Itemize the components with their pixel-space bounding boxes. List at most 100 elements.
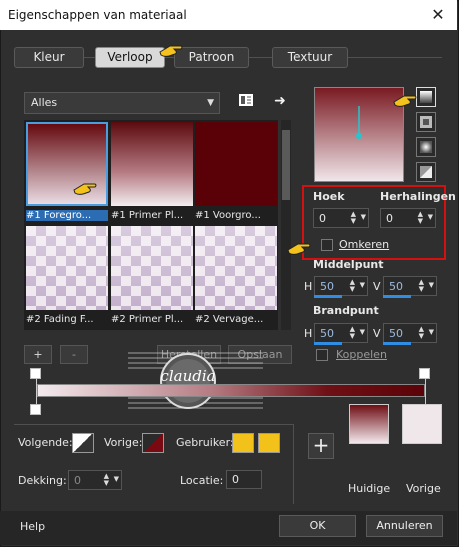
repeats-label: Herhalingen [380,190,456,203]
tab-patroon[interactable]: Patroon [174,47,249,68]
center-v-spinner[interactable]: 50 ▲ ▼ ▼ [383,276,437,296]
angle-value: 0 [319,212,326,225]
previous-swatch[interactable] [142,433,164,453]
thumbnail-3[interactable]: #1 Voorgro... [195,122,277,221]
repeats-spinner[interactable]: 0 ▲ ▼ ▼ [380,208,436,228]
help-link[interactable]: Help [20,520,45,533]
pointer-hand-icon [159,45,183,57]
focal-h-spinner[interactable]: 50 ▲ ▼ ▼ [314,323,368,343]
thumbnail-label: #2 Vervage... [195,314,264,325]
add-preset-button[interactable]: + [24,345,52,364]
link-label[interactable]: Koppelen [336,348,387,361]
center-v-slider[interactable] [383,295,411,298]
thumbnail-6[interactable]: #2 Vervage... [195,226,277,325]
previous-preview-swatch[interactable] [402,404,442,444]
claudia-watermark-logo: claudia tutorials [128,345,263,413]
ok-button[interactable]: OK [279,515,356,537]
remove-preset-button[interactable]: - [60,345,88,364]
invert-checkbox[interactable] [321,239,333,251]
thumbnail-2[interactable]: #1 Primer Pl... [111,122,193,221]
pointer-hand-icon [287,243,311,255]
pointer-hand-icon [393,95,417,107]
thumbnail-image [111,122,193,206]
invert-label[interactable]: Omkeren [339,238,389,251]
gradient-stop-bottom-left[interactable] [30,404,41,415]
focal-h-label: H [304,327,313,340]
chevron-down-icon[interactable]: ▼ [361,213,366,221]
spin-arrows-icon[interactable]: ▲ ▼ [419,279,424,293]
add-color-button[interactable]: + [308,433,334,459]
thumbnail-image [195,226,277,310]
chevron-down-icon[interactable]: ▼ [429,328,434,336]
center-v-label: V [373,280,381,293]
thumbnail-label: #2 Primer Pl... [111,314,184,325]
spin-arrows-icon[interactable]: ▲ ▼ [350,279,355,293]
pointer-hand-icon [73,183,97,195]
scrollbar-thumb[interactable] [282,130,290,200]
focal-v-slider[interactable] [383,342,411,345]
chevron-down-icon[interactable]: ▼ [428,213,433,221]
thumbnail-image [26,226,108,310]
spin-arrows-icon[interactable]: ▲ ▼ [350,326,355,340]
current-swatch[interactable] [349,404,389,444]
chevron-down-icon[interactable]: ▼ [360,328,365,336]
thumbnail-label: #1 Voorgro... [195,210,261,221]
spin-arrows-icon[interactable]: ▲ ▼ [418,211,423,225]
link-checkbox[interactable] [316,349,328,361]
radial-gradient-icon[interactable] [416,162,436,182]
sunburst-gradient-icon[interactable] [416,137,436,157]
tab-kleur[interactable]: Kleur [14,47,84,68]
center-h-spinner[interactable]: 50 ▲ ▼ ▼ [314,276,368,296]
chevron-down-icon[interactable]: ▼ [114,475,119,483]
opacity-label: Dekking: [18,474,67,487]
arrow-right-icon[interactable]: ➜ [270,91,290,111]
stop-guide-left [36,378,37,404]
gradient-preview[interactable] [314,87,404,182]
thumbnail-4[interactable]: #2 Fading F... [26,226,108,325]
focal-h-slider[interactable] [314,342,342,345]
category-select-value: Alles [31,96,58,109]
foreground-swatch[interactable] [72,433,94,453]
spin-arrows-icon[interactable]: ▲ ▼ [104,473,109,487]
rectangular-gradient-icon[interactable] [416,112,436,132]
close-icon[interactable]: ✕ [428,6,448,26]
location-field[interactable]: 0 [226,470,262,489]
chevron-down-icon[interactable]: ▼ [360,281,365,289]
focal-v-spinner[interactable]: 50 ▲ ▼ ▼ [383,323,437,343]
gradient-editor-bar[interactable] [37,384,425,397]
tab-verloop[interactable]: Verloop [95,47,165,68]
tab-textuur[interactable]: Textuur [272,47,348,68]
current-label: Huidige [348,482,391,495]
spin-arrows-icon[interactable]: ▲ ▼ [419,326,424,340]
center-h-label: H [304,280,313,293]
cancel-button[interactable]: Annuleren [366,515,443,537]
previous-preview-label: Vorige [406,482,441,495]
chevron-down-icon: ▼ [207,98,214,108]
thumbnail-label: #1 Foregro... [26,210,108,221]
thumbnail-scrollbar[interactable] [281,120,291,330]
spin-arrows-icon[interactable]: ▲ ▼ [351,211,356,225]
window-title: Eigenschappen van materiaal [8,8,187,22]
vertical-divider [293,424,294,504]
user-swatch-2[interactable] [258,433,280,453]
thumbnail-image [111,226,193,310]
thumbnail-label: #1 Primer Pl... [111,210,184,221]
focal-v-value: 50 [389,327,403,340]
angle-spinner[interactable]: 0 ▲ ▼ ▼ [313,208,369,228]
previous-label: Vorige: [104,436,143,449]
center-h-value: 50 [320,280,334,293]
focal-h-value: 50 [320,327,334,340]
repeats-value: 0 [386,212,393,225]
focal-v-label: V [373,327,381,340]
chevron-down-icon[interactable]: ▼ [429,281,434,289]
gradient-library-icon[interactable] [236,92,256,112]
thumbnail-5[interactable]: #2 Primer Pl... [111,226,193,325]
location-label: Locatie: [180,474,224,487]
thumbnail-label: #2 Fading F... [26,314,94,325]
user-swatch-1[interactable] [232,433,254,453]
category-select[interactable]: Alles ▼ [24,92,220,114]
linear-gradient-icon[interactable] [416,87,436,107]
center-h-slider[interactable] [314,295,342,298]
opacity-spinner[interactable]: 0 ▲ ▼ ▼ [68,470,122,490]
user-label: Gebruiker: [176,436,234,449]
